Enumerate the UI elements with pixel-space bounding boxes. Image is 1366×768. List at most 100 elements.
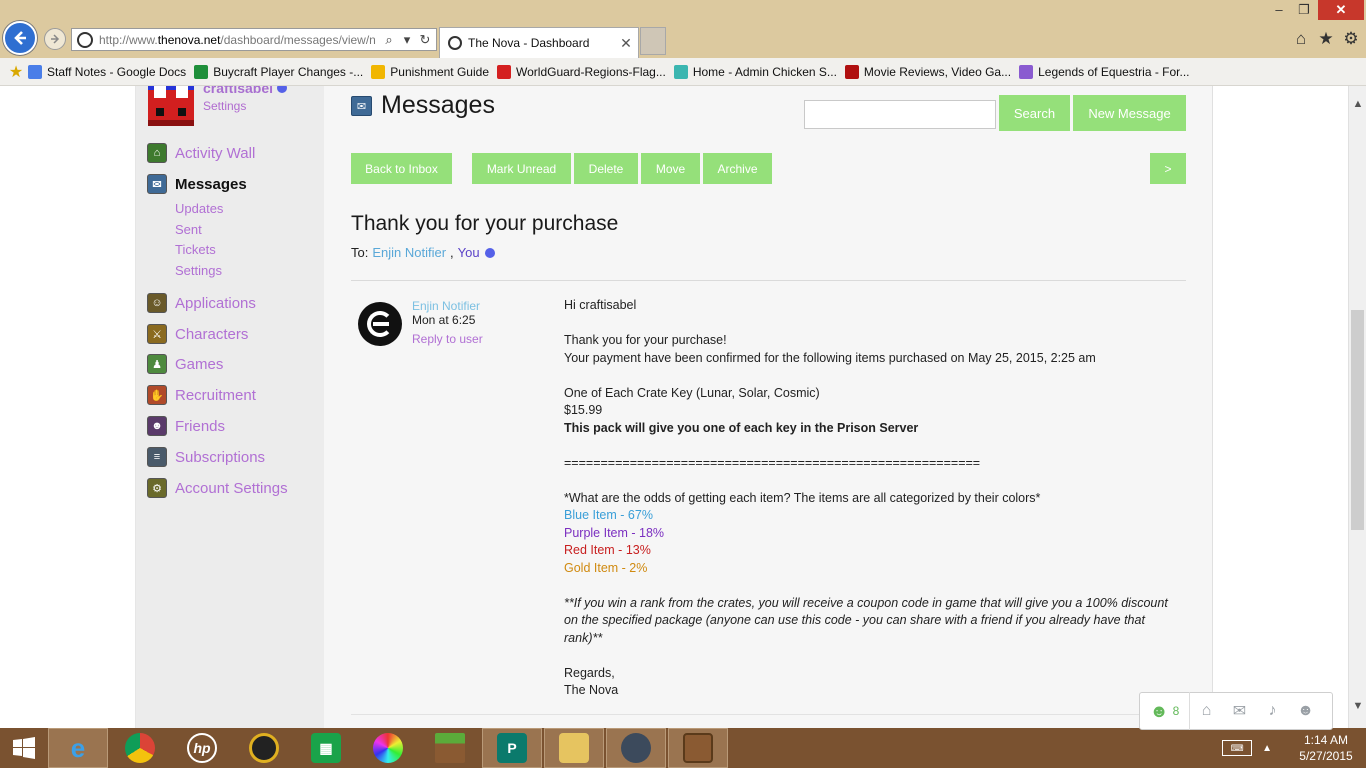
taskbar-chrome[interactable]	[110, 728, 170, 768]
gear-icon[interactable]: ⚙	[1340, 29, 1362, 49]
forward-button[interactable]	[44, 28, 66, 50]
clock-time: 1:14 AM	[1303, 733, 1349, 747]
bell-icon[interactable]: ♪	[1256, 702, 1289, 720]
sidebar-item-characters[interactable]: ⚔ Characters	[147, 323, 248, 345]
body-item: One of Each Crate Key (Lunar, Solar, Cos…	[564, 385, 820, 400]
archive-button[interactable]: Archive	[703, 153, 772, 184]
browser-tab[interactable]: The Nova - Dashboard ✕	[439, 27, 639, 58]
new-message-button[interactable]: New Message	[1073, 95, 1186, 131]
subnav-sent[interactable]: Sent	[175, 222, 202, 237]
taskbar-file-explorer[interactable]	[544, 728, 604, 768]
mail-icon[interactable]: ✉	[1223, 701, 1256, 721]
search-input[interactable]	[804, 100, 996, 129]
favorite-label: Movie Reviews, Video Ga...	[863, 64, 1012, 79]
start-button[interactable]	[0, 728, 48, 768]
add-favorite-icon[interactable]: ★	[4, 62, 28, 82]
odds-purple: Purple Item - 18%	[564, 525, 665, 540]
refresh-icon[interactable]: ↻	[417, 32, 433, 48]
favorite-site-icon	[497, 64, 511, 79]
delete-button[interactable]: Delete	[574, 153, 638, 184]
mark-unread-button[interactable]: Mark Unread	[472, 153, 571, 184]
recipient-sender-link[interactable]: Enjin Notifier	[372, 245, 446, 260]
taskbar-media-player[interactable]	[234, 728, 294, 768]
scroll-down-icon[interactable]: ▼	[1349, 700, 1366, 712]
characters-icon: ⚔	[147, 324, 167, 344]
taskbar-store[interactable]: ▦	[296, 728, 356, 768]
scroll-up-icon[interactable]: ▲	[1349, 98, 1366, 110]
search-icon[interactable]: ⌕	[381, 32, 397, 48]
sender-name-link[interactable]: Enjin Notifier	[412, 299, 480, 313]
favorite-link[interactable]: Movie Reviews, Video Ga...	[844, 64, 1012, 79]
dropdown-arrow-icon[interactable]: ▾	[399, 32, 415, 48]
message-timestamp: Mon at 6:25	[412, 313, 476, 327]
taskbar-steam[interactable]	[606, 728, 666, 768]
favorite-link[interactable]: Buycraft Player Changes -...	[194, 64, 363, 79]
favorite-link[interactable]: Legends of Equestria - For...	[1019, 64, 1190, 79]
vertical-scrollbar[interactable]: ▲ ▼	[1348, 86, 1366, 728]
favorite-link[interactable]: Punishment Guide	[371, 64, 489, 79]
scrollbar-thumb[interactable]	[1351, 310, 1364, 530]
store-icon: ▦	[311, 733, 341, 763]
sidebar-item-activity-wall[interactable]: ⌂ Activity Wall	[147, 142, 255, 164]
show-hidden-icons-icon[interactable]: ▲	[1262, 743, 1272, 754]
url-text[interactable]: http://www.thenova.net/dashboard/message…	[99, 33, 379, 47]
search-button[interactable]: Search	[999, 95, 1070, 131]
taskbar-hp[interactable]: hp	[172, 728, 232, 768]
subnav-tickets[interactable]: Tickets	[175, 242, 216, 257]
envelope-icon: ✉	[351, 96, 372, 116]
move-button[interactable]: Move	[641, 153, 700, 184]
favorites-star-icon[interactable]: ★	[1315, 29, 1337, 49]
clock[interactable]: 1:14 AM 5/27/2015	[1286, 732, 1366, 764]
hp-icon: hp	[187, 733, 217, 763]
odds-red: Red Item - 13%	[564, 543, 651, 557]
group-icon[interactable]: ☻	[1289, 702, 1322, 720]
subnav-updates[interactable]: Updates	[175, 201, 223, 216]
sidebar-item-friends[interactable]: ☻ Friends	[147, 415, 225, 437]
page-gutter-left	[0, 86, 136, 728]
username-link[interactable]: craftisabel	[203, 86, 288, 96]
sidebar-item-subscriptions[interactable]: ≡ Subscriptions	[147, 446, 265, 468]
sender-avatar[interactable]	[358, 302, 402, 346]
favorite-link[interactable]: Home - Admin Chicken S...	[673, 64, 837, 79]
sidebar-item-applications[interactable]: ☺ Applications	[147, 292, 256, 314]
back-to-inbox-button[interactable]: Back to Inbox	[351, 153, 452, 184]
avatar[interactable]	[148, 86, 194, 126]
favorite-link[interactable]: WorldGuard-Regions-Flag...	[497, 64, 666, 79]
close-window-button[interactable]: ✕	[1318, 0, 1364, 20]
back-button[interactable]	[3, 21, 37, 55]
color-wheel-icon	[373, 733, 403, 763]
back-arrow-icon	[14, 31, 26, 45]
sidebar-item-recruitment[interactable]: ✋ Recruitment	[147, 384, 256, 406]
subnav-settings[interactable]: Settings	[175, 263, 222, 278]
sidebar-item-account-settings[interactable]: ⚙ Account Settings	[147, 477, 288, 499]
favorite-label: Legends of Equestria - For...	[1038, 64, 1190, 79]
minimize-button[interactable]: –	[1268, 0, 1290, 20]
favorite-site-icon	[194, 64, 209, 79]
sidebar-item-games[interactable]: ♟ Games	[147, 353, 223, 375]
message-panel: ✉ Messages Search New Message Back to In…	[324, 86, 1213, 728]
favorite-link[interactable]: Staff Notes - Google Docs	[28, 64, 186, 79]
taskbar-minecraft[interactable]	[420, 728, 480, 768]
new-tab-button[interactable]	[640, 27, 666, 55]
tab-close-icon[interactable]: ✕	[618, 35, 634, 52]
taskbar-publisher[interactable]: P	[482, 728, 542, 768]
keyboard-icon[interactable]: ⌨	[1222, 740, 1253, 756]
home-icon[interactable]: ⌂	[1190, 702, 1223, 720]
taskbar-crafting-table[interactable]	[668, 728, 728, 768]
body-regards: Regards,	[564, 665, 615, 680]
taskbar-internet-explorer[interactable]: e	[48, 728, 108, 768]
address-bar[interactable]: http://www.thenova.net/dashboard/message…	[71, 28, 437, 51]
maximize-button[interactable]: ❐	[1293, 0, 1315, 20]
reply-to-user-link[interactable]: Reply to user	[412, 332, 483, 346]
home-icon[interactable]: ⌂	[1290, 29, 1312, 49]
taskbar-color-app[interactable]	[358, 728, 418, 768]
online-friends-count: 8	[1172, 704, 1180, 718]
odds-gold: Gold Item - 2%	[564, 560, 648, 575]
favorite-site-icon	[844, 64, 859, 79]
sidebar-item-messages[interactable]: ✉ Messages	[147, 173, 247, 195]
page-title: Messages	[381, 91, 495, 119]
user-settings-link[interactable]: Settings	[203, 99, 246, 113]
next-message-button[interactable]: >	[1150, 153, 1186, 184]
recipient-you-link[interactable]: You	[458, 245, 480, 260]
online-friends-button[interactable]: ☻ 8	[1140, 692, 1190, 730]
